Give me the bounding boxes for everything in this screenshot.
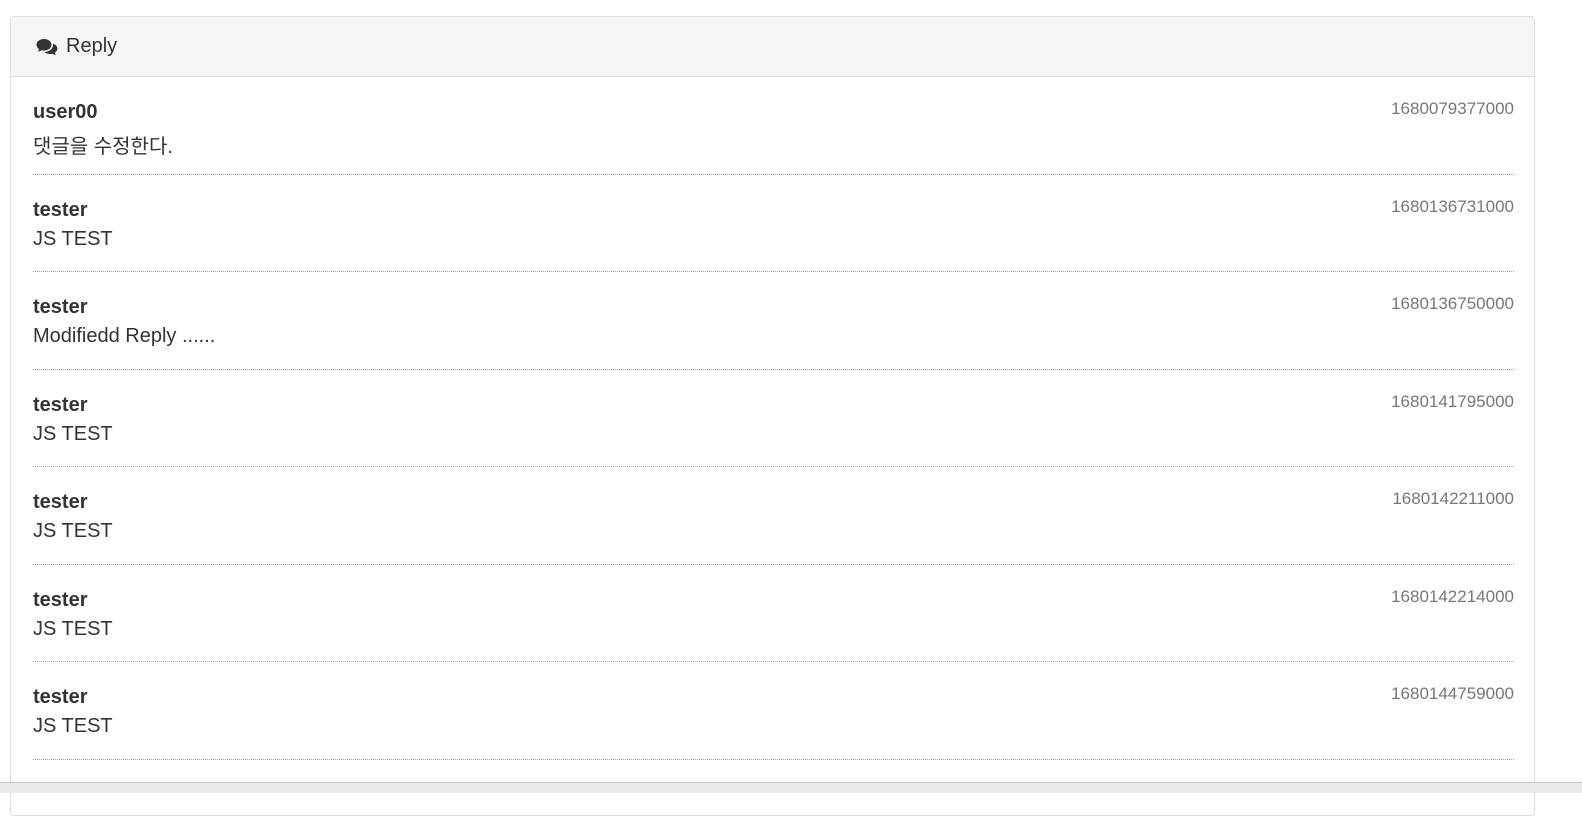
reply-text: JS TEST	[33, 617, 113, 640]
reply-text: JS TEST	[33, 715, 113, 737]
reply-item[interactable]: user00 1680079377000 댓글을 수정한다.	[33, 77, 1514, 175]
reply-text: JS TEST	[33, 227, 113, 250]
reply-item[interactable]: tester 1680144759000 JS TEST	[33, 662, 1514, 760]
reply-item[interactable]: tester 1680142214000 JS TEST	[33, 565, 1514, 662]
reply-date: 1680136731000	[1391, 196, 1514, 216]
reply-panel: Reply user00 1680079377000 댓글을 수정한다. tester…	[10, 16, 1535, 816]
reply-item[interactable]: tester 1680142211000 JS TEST	[33, 467, 1514, 565]
reply-author: tester	[33, 393, 88, 416]
reply-author: user00	[33, 101, 98, 123]
reply-author: tester	[33, 686, 88, 708]
reply-date: 1680079377000	[1391, 99, 1514, 118]
panel-heading: Reply	[11, 17, 1534, 77]
reply-item[interactable]: tester 1680136731000 JS TEST	[33, 175, 1514, 272]
reply-date: 1680141795000	[1391, 391, 1514, 411]
reply-list: user00 1680079377000 댓글을 수정한다. tester 168013…	[33, 77, 1514, 760]
panel-body: user00 1680079377000 댓글을 수정한다. tester 168013…	[11, 77, 1534, 760]
horizontal-scrollbar[interactable]	[0, 782, 1582, 793]
comments-icon	[36, 38, 58, 56]
reply-date: 1680142211000	[1392, 489, 1514, 508]
reply-text: 댓글을 수정한다.	[33, 136, 173, 158]
reply-author: tester	[33, 588, 88, 611]
reply-item[interactable]: tester 1680136750000 Modifiedd Reply .....…	[33, 272, 1514, 370]
reply-text: Modifiedd Reply ......	[33, 325, 216, 347]
reply-author: tester	[33, 491, 88, 513]
reply-date: 1680136750000	[1391, 294, 1514, 313]
reply-date: 1680144759000	[1391, 684, 1514, 703]
reply-text: JS TEST	[33, 422, 113, 445]
reply-date: 1680142214000	[1391, 586, 1514, 606]
reply-author: tester	[33, 296, 88, 318]
reply-author: tester	[33, 198, 88, 221]
reply-text: JS TEST	[33, 520, 113, 542]
reply-item[interactable]: tester 1680141795000 JS TEST	[33, 370, 1514, 467]
panel-title: Reply	[66, 35, 118, 57]
